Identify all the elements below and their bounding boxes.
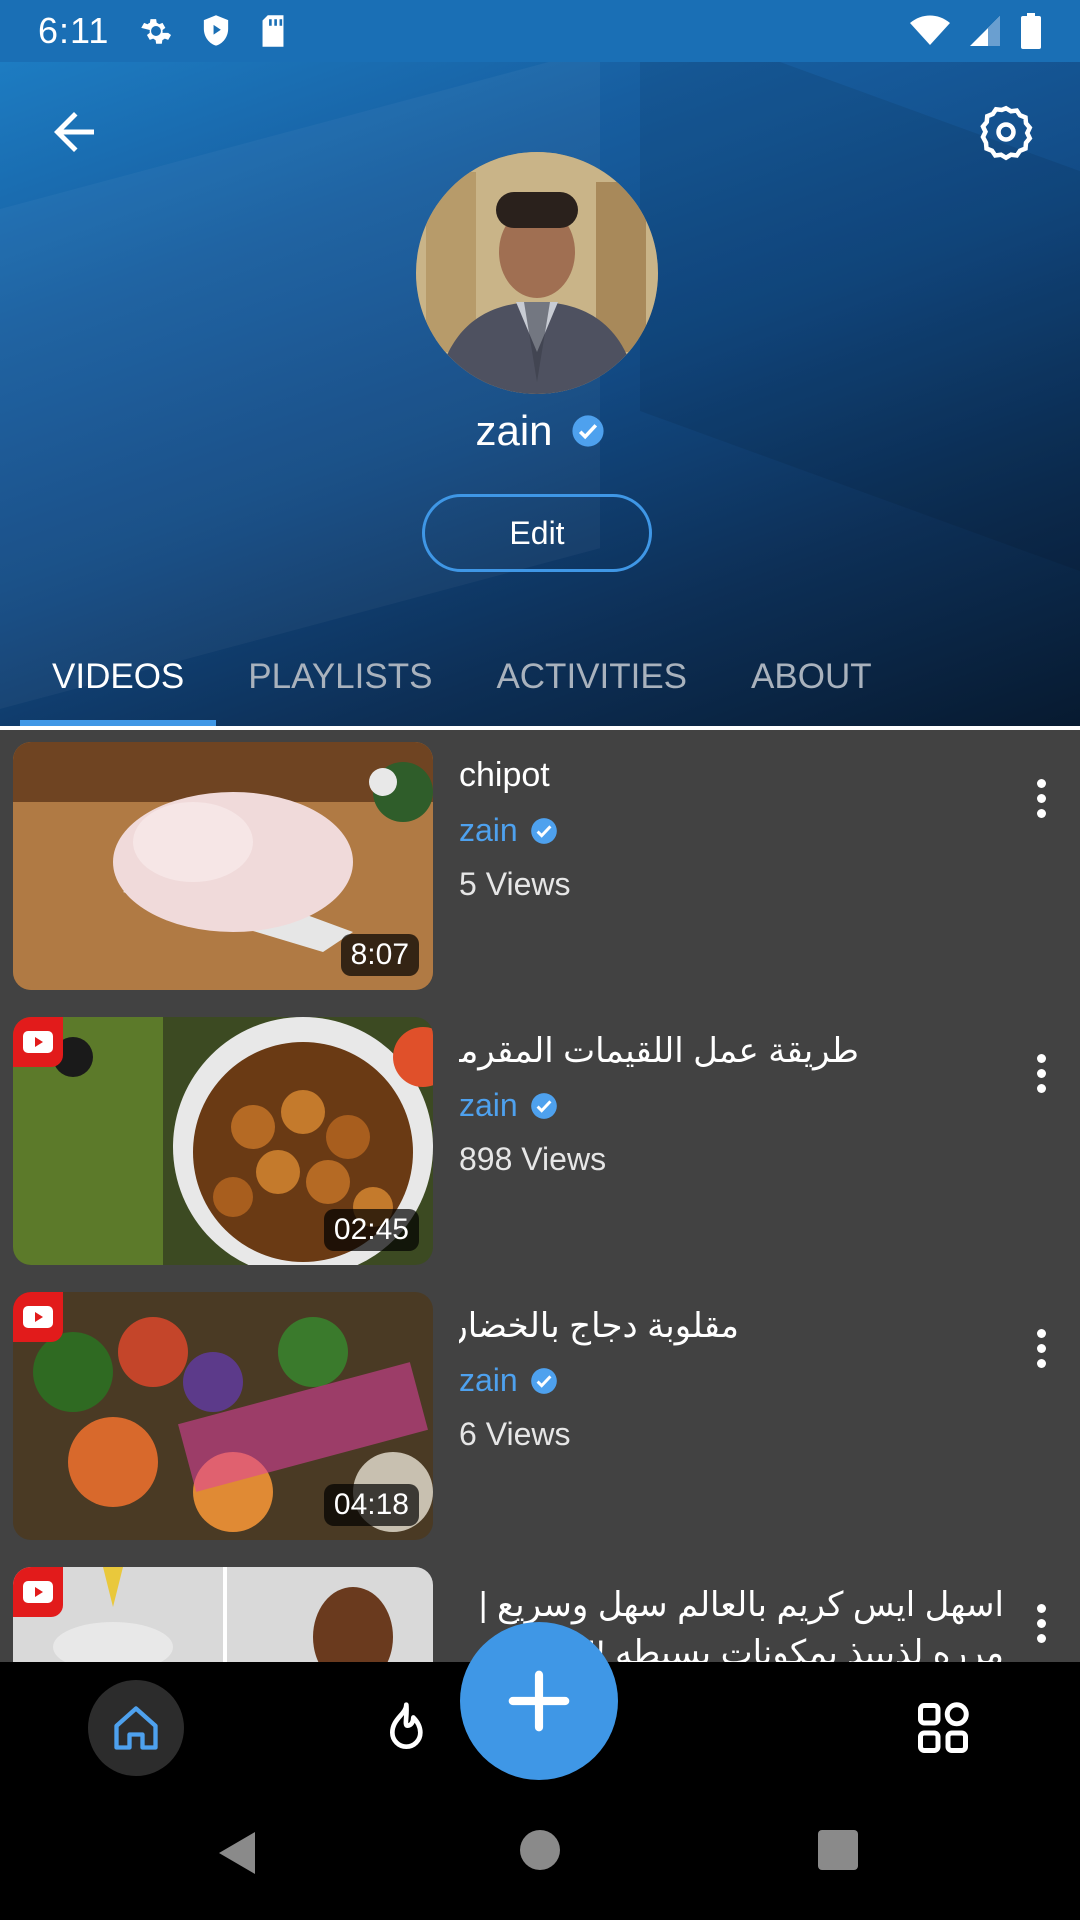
avatar-image — [416, 152, 658, 394]
more-vert-icon — [1036, 778, 1046, 788]
nav-library-button[interactable] — [913, 1698, 973, 1758]
back-button[interactable] — [44, 102, 104, 162]
status-bar: 6:11 — [0, 0, 1080, 62]
profile-header: zain Edit — [0, 62, 1080, 726]
system-back-icon[interactable] — [215, 1830, 259, 1876]
settings-icon — [980, 105, 1033, 161]
edit-profile-button[interactable]: Edit — [422, 494, 652, 572]
youtube-badge — [13, 1292, 63, 1342]
shield-icon — [204, 15, 229, 46]
settings-button[interactable] — [976, 102, 1036, 162]
verified-icon — [530, 1367, 557, 1394]
gear-icon — [141, 19, 172, 44]
nav-home-button[interactable] — [88, 1680, 184, 1776]
profile-tabs: VIDEOS PLAYLISTS ACTIVITIES ABOUT — [0, 628, 1080, 726]
video-channel[interactable]: zain — [459, 1087, 558, 1124]
video-list: 8:07 chipot zain 5 Views 02:45 طريقة عمل… — [0, 730, 1080, 1662]
system-home-icon[interactable] — [520, 1830, 560, 1870]
verified-icon — [530, 817, 557, 844]
more-options-button[interactable] — [1026, 1043, 1056, 1103]
tab-playlists[interactable]: PLAYLISTS — [216, 628, 464, 726]
video-duration: 8:07 — [340, 934, 419, 976]
video-thumbnail[interactable]: 04:18 — [13, 1292, 433, 1540]
verified-icon — [530, 1092, 557, 1119]
video-thumbnail[interactable] — [13, 1567, 433, 1662]
verified-icon — [571, 415, 604, 447]
youtube-icon — [23, 1031, 53, 1053]
more-options-button[interactable] — [1026, 1318, 1056, 1378]
library-icon — [918, 1702, 969, 1753]
channel-name: zain — [459, 812, 518, 848]
profile-name-row: zain — [0, 407, 1080, 455]
video-views: 898 Views — [459, 1141, 607, 1177]
more-options-button[interactable] — [1026, 768, 1056, 828]
video-channel[interactable]: zain — [459, 1362, 558, 1399]
video-item[interactable]: 02:45 طريقة عمل اللقيمات المقرمشة zain 8… — [0, 1005, 1080, 1265]
video-thumbnail[interactable]: 02:45 — [13, 1017, 433, 1265]
youtube-badge — [13, 1567, 63, 1617]
video-thumbnail[interactable]: 8:07 — [13, 742, 433, 990]
trending-icon — [390, 1702, 423, 1749]
video-item[interactable]: 8:07 chipot zain 5 Views — [0, 730, 1080, 990]
more-vert-icon — [1036, 1328, 1046, 1338]
battery-icon — [1021, 13, 1041, 49]
tab-videos[interactable]: VIDEOS — [0, 628, 217, 726]
nav-trending-button[interactable] — [376, 1700, 432, 1756]
youtube-badge — [13, 1017, 63, 1067]
thumbnail-image — [13, 1567, 433, 1662]
add-video-button[interactable] — [460, 1622, 618, 1780]
profile-name: zain — [475, 407, 553, 454]
tab-activities[interactable]: ACTIVITIES — [464, 628, 719, 726]
status-time: 6:11 — [38, 10, 110, 51]
tab-about[interactable]: ABOUT — [719, 628, 904, 726]
video-title[interactable]: chipot — [459, 756, 1019, 795]
video-title[interactable]: طريقة عمل اللقيمات المقرمشة — [459, 1031, 859, 1071]
video-duration: 04:18 — [323, 1484, 419, 1526]
video-duration: 02:45 — [323, 1209, 419, 1251]
more-vert-icon — [1036, 1603, 1046, 1613]
add-icon — [508, 1670, 570, 1732]
system-recents-icon[interactable] — [818, 1830, 858, 1870]
more-vert-icon — [1036, 1053, 1046, 1063]
more-options-button[interactable] — [1026, 1593, 1056, 1653]
video-views: 6 Views — [459, 1416, 571, 1452]
signal-icon — [970, 16, 1000, 46]
youtube-icon — [23, 1306, 53, 1328]
channel-name: zain — [459, 1087, 518, 1123]
youtube-icon — [23, 1581, 53, 1603]
home-icon — [114, 1706, 158, 1750]
video-title[interactable]: مقلوبة دجاج بالخضار — [459, 1306, 739, 1346]
video-views: 5 Views — [459, 866, 571, 902]
system-navigation-bar — [0, 1792, 1080, 1920]
wifi-icon — [910, 15, 950, 45]
arrow-back-icon — [54, 112, 94, 152]
channel-name: zain — [459, 1362, 518, 1398]
sd-card-icon — [262, 15, 284, 47]
video-channel[interactable]: zain — [459, 812, 558, 849]
video-item[interactable]: 04:18 مقلوبة دجاج بالخضار zain 6 Views — [0, 1280, 1080, 1540]
avatar — [416, 152, 658, 394]
